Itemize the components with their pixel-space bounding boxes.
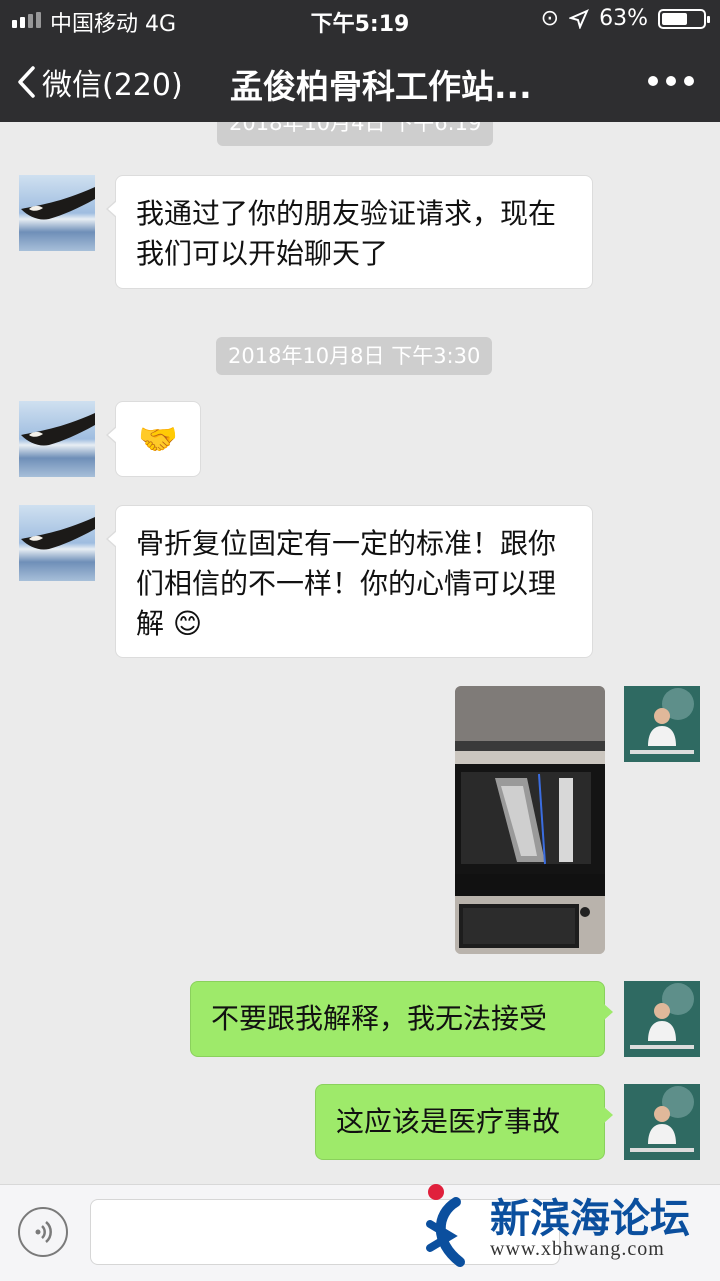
battery-percent: 63% <box>599 6 648 31</box>
battery-icon <box>658 8 710 29</box>
my-avatar[interactable] <box>624 1084 700 1160</box>
status-bar: 中国移动 4G 下午5:19 ⊙ 63% <box>0 0 720 40</box>
message-text: 这应该是医疗事故 <box>336 1105 561 1138</box>
location-icon <box>569 8 590 29</box>
nav-bar: 微信(220) 孟俊柏骨科工作站... <box>0 40 720 122</box>
battery-fill <box>662 12 688 25</box>
eagle-icon <box>21 187 95 220</box>
chat-title: 孟俊柏骨科工作站... <box>230 67 532 106</box>
person-photo-icon <box>624 1084 700 1160</box>
person-photo-icon <box>624 981 700 1057</box>
message-bubble-incoming[interactable]: 🤝 <box>106 401 201 477</box>
back-button[interactable]: 微信(220) <box>16 60 183 104</box>
contact-avatar[interactable] <box>19 175 95 251</box>
message-bubble-incoming[interactable]: 骨折复位固定有一定的标准！跟你们相信的不一样！你的心情可以理解 😊 <box>106 505 593 658</box>
contact-avatar[interactable] <box>19 505 95 581</box>
eagle-icon <box>21 517 95 550</box>
message-bubble-incoming[interactable]: 我通过了你的朋友验证请求，现在我们可以开始聊天了 <box>106 175 593 289</box>
eagle-icon <box>21 413 95 446</box>
header: 中国移动 4G 下午5:19 ⊙ 63% 微信(220) 孟俊柏骨科工作站... <box>0 0 720 122</box>
watermark-name: 新滨海论坛 <box>490 1196 690 1242</box>
message-bubble-outgoing[interactable]: 这应该是医疗事故 <box>315 1084 613 1160</box>
back-label: 微信(220) <box>42 68 183 103</box>
message-image[interactable] <box>455 686 605 954</box>
message-text: 不要跟我解释，我无法接受 <box>211 1002 548 1035</box>
rotation-lock-icon: ⊙ <box>540 6 560 31</box>
smile-emoji: 😊 <box>172 607 203 640</box>
handshake-emoji: 🤝 <box>138 420 178 458</box>
voice-button[interactable] <box>18 1207 68 1257</box>
contact-avatar[interactable] <box>19 401 95 477</box>
watermark-url: www.xbhwang.com <box>490 1238 665 1260</box>
my-avatar[interactable] <box>624 981 700 1057</box>
voice-icon <box>35 1221 52 1243</box>
my-avatar[interactable] <box>624 686 700 762</box>
xray-photo <box>455 686 605 954</box>
message-bubble-outgoing[interactable]: 不要跟我解释，我无法接受 <box>190 981 613 1057</box>
site-watermark: 新滨海论坛 www.xbhwang.com <box>420 1176 720 1280</box>
more-button[interactable] <box>648 76 694 86</box>
timestamp-badge: 2018年10月8日 下午3:30 <box>216 337 493 375</box>
chevron-left-icon <box>18 66 35 98</box>
site-logo-icon <box>426 1184 465 1267</box>
person-photo-icon <box>624 686 700 762</box>
message-text: 我通过了你的朋友验证请求，现在我们可以开始聊天了 <box>136 197 557 270</box>
